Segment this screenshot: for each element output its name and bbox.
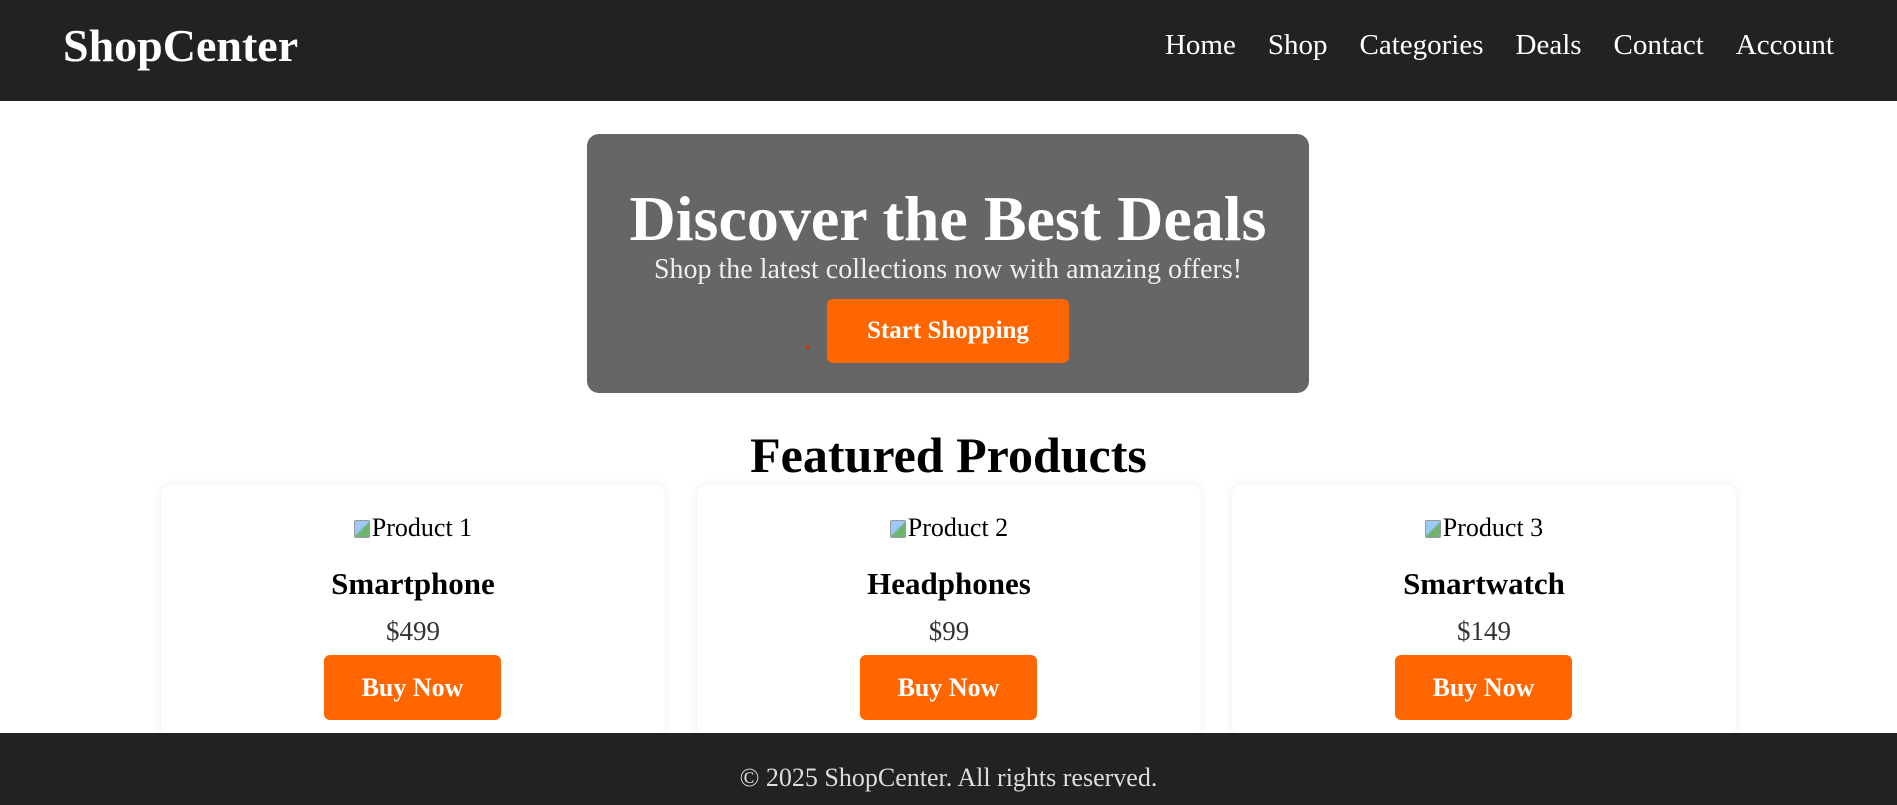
product-image-alt: Product 1 xyxy=(371,513,473,542)
start-shopping-button[interactable]: Start Shopping xyxy=(827,299,1069,363)
nav-link-contact[interactable]: Contact xyxy=(1614,26,1704,64)
product-price: $99 xyxy=(928,616,970,646)
top-navbar: ShopCenter Home Shop Categories Deals Co… xyxy=(0,0,1897,101)
broken-image-icon xyxy=(1424,520,1441,538)
site-logo[interactable]: ShopCenter xyxy=(63,18,298,74)
product-price: $149 xyxy=(1457,616,1511,646)
product-image-alt: Product 3 xyxy=(1442,513,1544,542)
product-image: Product 1 xyxy=(161,513,665,543)
nav-link-account[interactable]: Account xyxy=(1736,26,1834,64)
site-footer: © 2025 ShopCenter. All rights reserved. xyxy=(0,733,1897,805)
product-name: Smartwatch xyxy=(1403,566,1565,601)
product-image-alt: Product 2 xyxy=(907,513,1009,542)
product-name: Smartphone xyxy=(331,566,495,601)
featured-products-title: Featured Products xyxy=(750,427,1147,483)
product-card-smartwatch: Product 3 Smartwatch $149 Buy Now xyxy=(1232,485,1736,735)
nav-link-home[interactable]: Home xyxy=(1165,26,1236,64)
hero-title: Discover the Best Deals xyxy=(629,183,1267,254)
product-price: $499 xyxy=(386,616,440,646)
hero-banner: Discover the Best Deals Shop the latest … xyxy=(587,134,1309,393)
hero-decoration-dot xyxy=(806,345,810,349)
product-image: Product 3 xyxy=(1232,513,1736,543)
buy-now-button[interactable]: Buy Now xyxy=(1395,655,1572,720)
broken-image-icon xyxy=(889,520,906,538)
copyright-text: © 2025 ShopCenter. All rights reserved. xyxy=(739,763,1158,792)
nav-link-deals[interactable]: Deals xyxy=(1516,26,1582,64)
buy-now-button[interactable]: Buy Now xyxy=(860,655,1037,720)
buy-now-button[interactable]: Buy Now xyxy=(324,655,501,720)
product-name: Headphones xyxy=(867,566,1031,601)
nav-link-categories[interactable]: Categories xyxy=(1360,26,1484,64)
nav-link-shop[interactable]: Shop xyxy=(1268,26,1328,64)
main-nav: Home Shop Categories Deals Contact Accou… xyxy=(1165,26,1834,64)
product-card-headphones: Product 2 Headphones $99 Buy Now xyxy=(697,485,1201,735)
hero-subtitle: Shop the latest collections now with ama… xyxy=(653,254,1243,285)
broken-image-icon xyxy=(353,520,370,538)
product-image: Product 2 xyxy=(697,513,1201,543)
product-card-smartphone: Product 1 Smartphone $499 Buy Now xyxy=(161,485,665,735)
